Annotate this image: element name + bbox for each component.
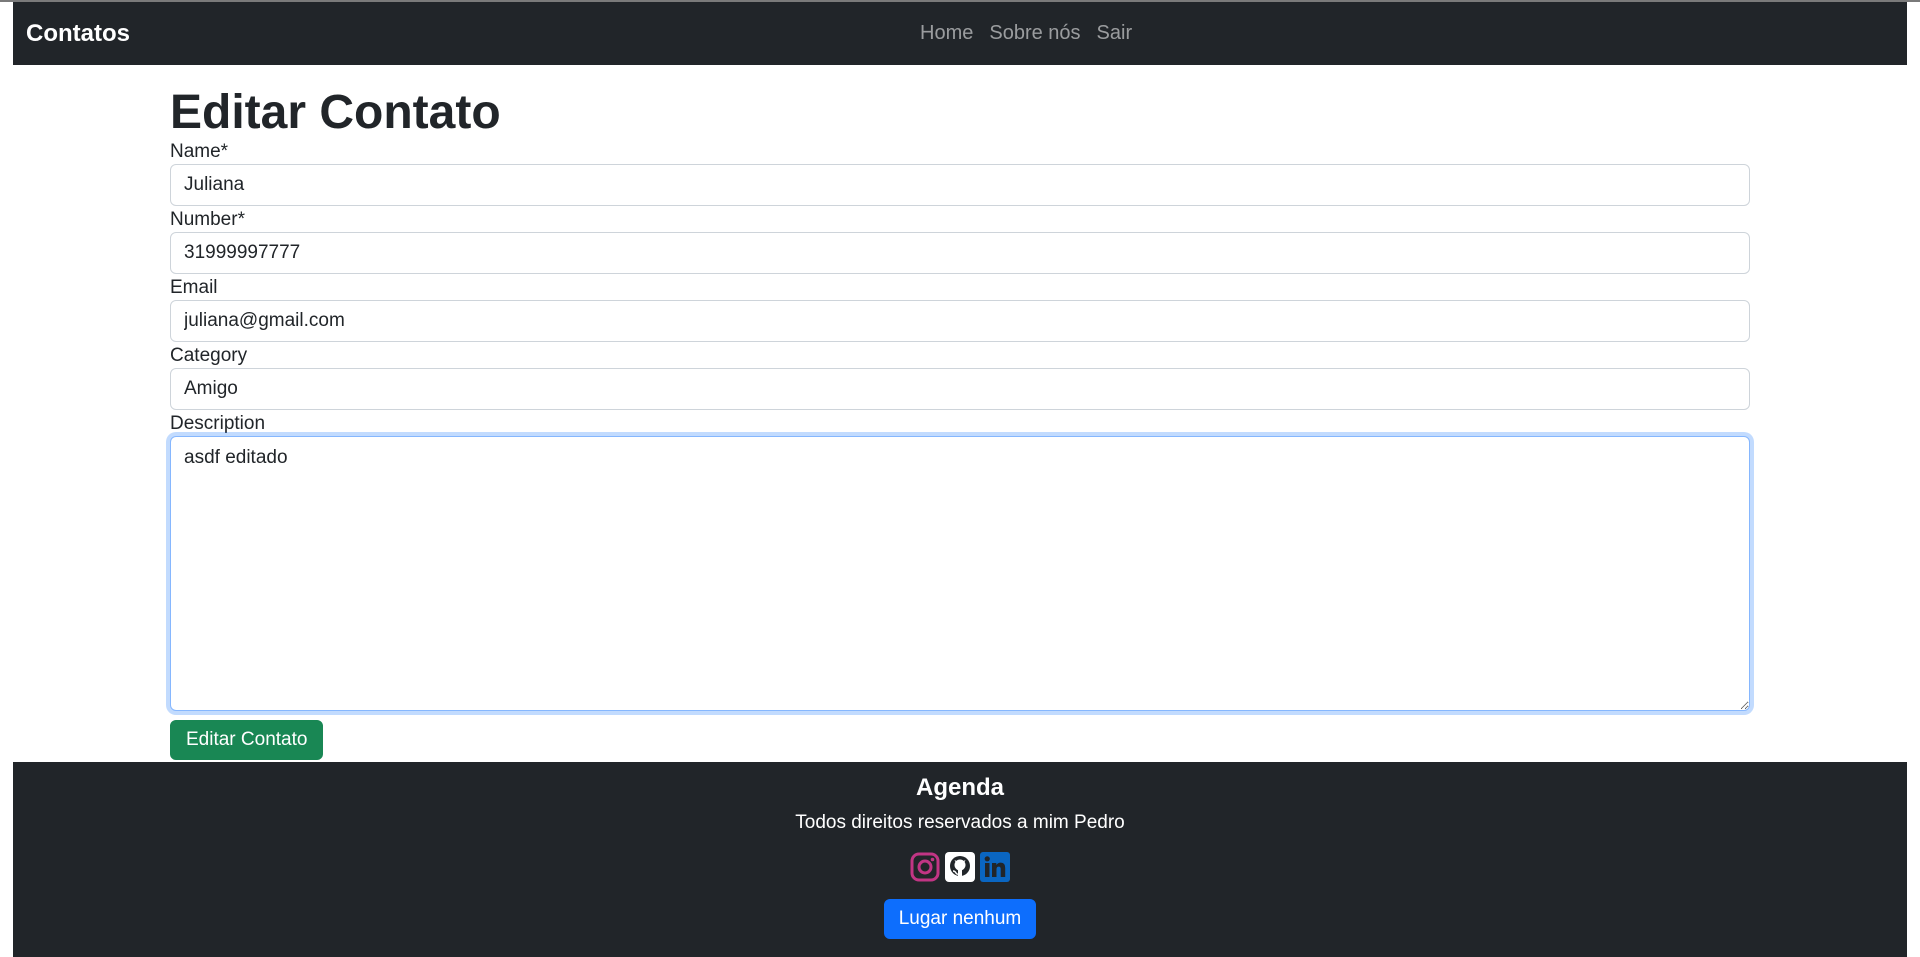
- number-label: Number*: [170, 208, 245, 230]
- category-group: Category: [170, 344, 1750, 412]
- description-group: Description asdf editado: [170, 412, 1750, 718]
- nav-link-sobre-nos[interactable]: Sobre nós: [989, 22, 1080, 45]
- navbar: Contatos Home Sobre nós Sair: [13, 2, 1907, 65]
- name-group: Name*: [170, 140, 1750, 208]
- main-content: Editar Contato Name* Number* Email Categ…: [170, 65, 1750, 760]
- name-input[interactable]: [170, 163, 1750, 206]
- linkedin-icon[interactable]: [980, 852, 1010, 882]
- category-input[interactable]: [170, 367, 1750, 410]
- email-input[interactable]: [170, 299, 1750, 342]
- number-group: Number*: [170, 208, 1750, 276]
- description-textarea[interactable]: asdf editado: [170, 435, 1750, 711]
- number-input[interactable]: [170, 231, 1750, 274]
- github-icon[interactable]: [945, 852, 975, 882]
- edit-contact-form: Name* Number* Email Category Description…: [170, 140, 1750, 760]
- email-group: Email: [170, 276, 1750, 344]
- nav-link-home[interactable]: Home: [920, 22, 973, 45]
- navbar-brand[interactable]: Contatos: [26, 20, 130, 48]
- page-title: Editar Contato: [170, 86, 501, 139]
- page-frame: Contatos Home Sobre nós Sair Editar Cont…: [13, 2, 1907, 957]
- nav-link-sair[interactable]: Sair: [1097, 22, 1133, 45]
- footer: Agenda Todos direitos reservados a mim P…: [13, 762, 1907, 957]
- email-label: Email: [170, 276, 218, 298]
- footer-copyright: Todos direitos reservados a mim Pedro: [795, 812, 1125, 833]
- edit-contact-button[interactable]: Editar Contato: [170, 719, 324, 760]
- description-label: Description: [170, 412, 266, 434]
- social-links: [13, 852, 1907, 882]
- footer-title: Agenda: [915, 774, 1004, 801]
- lugar-nenhum-button[interactable]: Lugar nenhum: [883, 899, 1037, 939]
- category-label: Category: [170, 344, 248, 366]
- name-label: Name*: [170, 140, 229, 162]
- instagram-icon[interactable]: [910, 852, 940, 882]
- nav-links: Home Sobre nós Sair: [920, 22, 1132, 45]
